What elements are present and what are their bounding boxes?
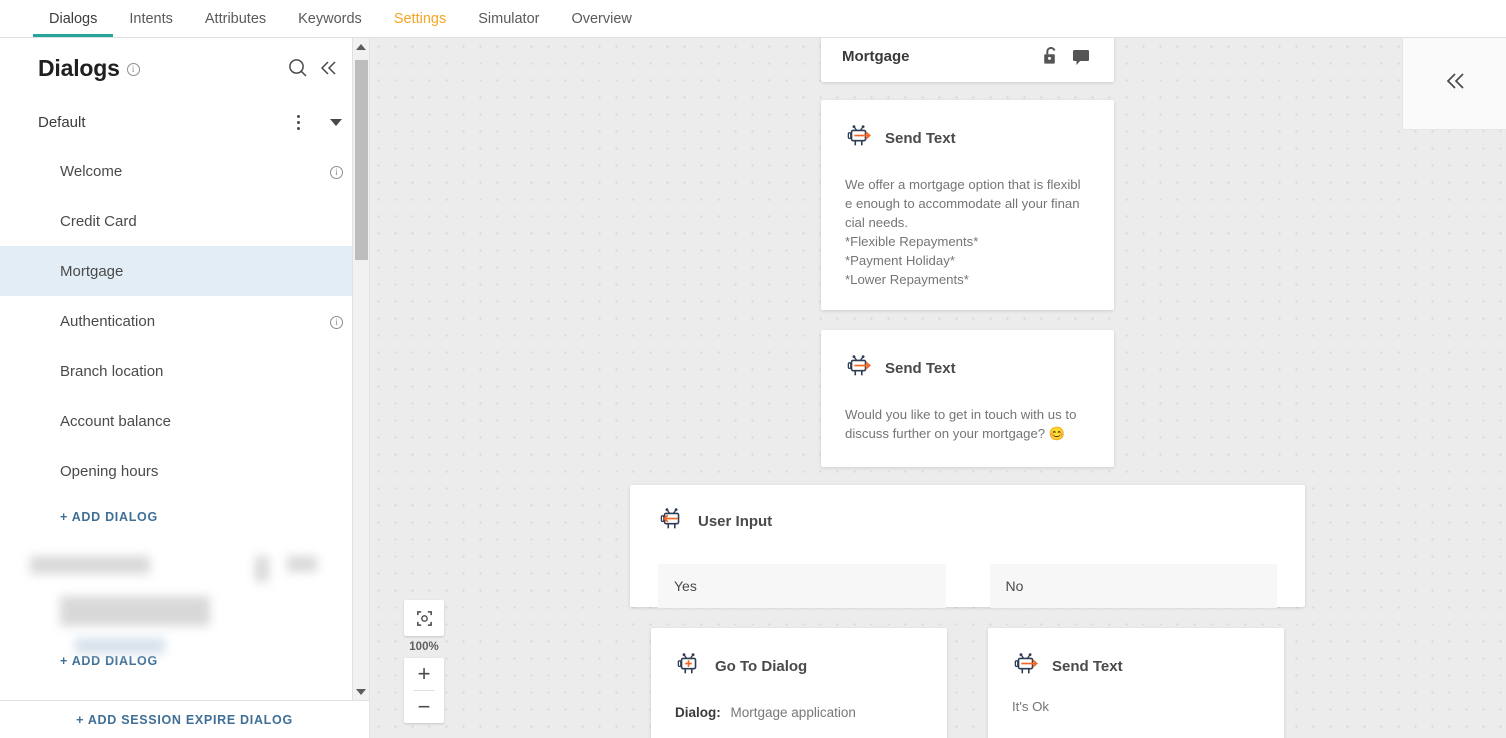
- robot-input-icon: [658, 505, 686, 538]
- dialog-target-field: Dialog: Mortgage application: [675, 705, 923, 720]
- tab-dialogs[interactable]: Dialogs: [33, 11, 114, 38]
- sidebar-item-mortgage[interactable]: Mortgage: [0, 246, 369, 296]
- node-title: Send Text: [885, 360, 956, 377]
- node-header: Go To Dialog: [675, 650, 923, 683]
- obscured-content-region: [0, 538, 369, 658]
- sidebar-item-opening-hours[interactable]: Opening hours: [0, 446, 369, 496]
- group-label: Default: [38, 113, 86, 131]
- main-tab-bar: Dialogs Intents Attributes Keywords Sett…: [0, 0, 1506, 38]
- chevron-down-icon[interactable]: [323, 109, 349, 135]
- search-icon[interactable]: [283, 53, 313, 83]
- obscured-bar: [255, 556, 269, 582]
- obscured-bar: [30, 556, 150, 574]
- list-item-label: Credit Card: [60, 212, 137, 230]
- info-icon[interactable]: i: [330, 165, 343, 179]
- sidebar-scrollbar[interactable]: [352, 38, 369, 700]
- zoom-level-label: 100%: [409, 641, 439, 653]
- zoom-in-button[interactable]: +: [404, 658, 444, 690]
- field-label: Dialog:: [675, 705, 721, 720]
- node-user-input[interactable]: User Input Yes No: [630, 485, 1305, 608]
- list-item-label: Account balance: [60, 412, 171, 430]
- tab-attributes[interactable]: Attributes: [189, 11, 282, 38]
- node-message-text: It's Ok: [1012, 699, 1049, 714]
- add-dialog-button[interactable]: + ADD DIALOG: [0, 496, 369, 538]
- robot-send-icon: [845, 352, 873, 385]
- unlock-icon[interactable]: [1036, 41, 1066, 71]
- node-title: User Input: [698, 513, 773, 530]
- list-item-label: Authentication: [60, 312, 156, 330]
- comment-icon[interactable]: [1066, 41, 1096, 71]
- sidebar-item-authentication[interactable]: Authentication i: [0, 296, 369, 346]
- robot-send-icon: [1012, 650, 1040, 683]
- user-input-options: Yes No: [658, 564, 1277, 608]
- collapse-right-panel-button[interactable]: [1402, 38, 1506, 130]
- node-title: Send Text: [885, 130, 956, 147]
- robot-send-icon: [845, 122, 873, 155]
- zoom-buttons: + −: [404, 658, 444, 723]
- option-yes[interactable]: Yes: [658, 564, 946, 608]
- dialog-group-default[interactable]: Default: [0, 98, 369, 146]
- node-send-text-1[interactable]: Send Text We offer a mortgage option tha…: [821, 100, 1114, 310]
- sidebar-footer: + ADD SESSION EXPIRE DIALOG: [0, 700, 369, 738]
- node-header: Send Text: [845, 122, 1090, 155]
- obscured-bar: [75, 638, 165, 654]
- sidebar-item-account-balance[interactable]: Account balance: [0, 396, 369, 446]
- scroll-down-icon[interactable]: [353, 683, 369, 700]
- field-value: Mortgage application: [730, 705, 856, 720]
- chevron-double-left-icon: [1442, 68, 1468, 99]
- list-item-label: Opening hours: [60, 462, 159, 480]
- info-icon[interactable]: i: [330, 315, 343, 329]
- obscured-bar: [287, 556, 317, 572]
- node-title: Send Text: [1052, 658, 1123, 675]
- info-icon: i: [126, 62, 140, 76]
- node-header: Send Text: [845, 352, 1090, 385]
- collapse-sidebar-icon[interactable]: [313, 53, 343, 83]
- option-no[interactable]: No: [989, 564, 1277, 608]
- dialogs-sidebar: Dialogs i Default Welcome i Credit Card …: [0, 38, 370, 738]
- node-message-text: We offer a mortgage option that is flexi…: [845, 177, 1081, 287]
- add-session-expire-dialog-button[interactable]: + ADD SESSION EXPIRE DIALOG: [76, 713, 293, 727]
- obscured-bar: [60, 596, 210, 626]
- list-item-label: Welcome: [60, 162, 123, 180]
- tab-intents[interactable]: Intents: [113, 11, 189, 38]
- node-go-to-dialog[interactable]: Go To Dialog Dialog: Mortgage applicatio…: [651, 628, 947, 738]
- node-message-text: Would you like to get in touch with us t…: [845, 407, 1077, 441]
- dialog-header-card[interactable]: Mortgage: [821, 38, 1114, 82]
- list-item-label: Mortgage: [60, 262, 124, 280]
- more-options-icon[interactable]: [285, 109, 311, 135]
- fit-to-screen-button[interactable]: [404, 600, 444, 636]
- sidebar-item-credit-card[interactable]: Credit Card: [0, 196, 369, 246]
- node-title: Go To Dialog: [715, 658, 808, 675]
- tab-keywords[interactable]: Keywords: [282, 11, 378, 38]
- dialog-name: Mortgage: [842, 47, 910, 65]
- zoom-out-button[interactable]: −: [404, 691, 444, 723]
- page-title: Dialogs: [38, 54, 120, 81]
- list-item-label: Branch location: [60, 362, 164, 380]
- sidebar-item-welcome[interactable]: Welcome i: [0, 146, 369, 196]
- node-send-text-2[interactable]: Send Text Would you like to get in touch…: [821, 330, 1114, 467]
- dialog-flow-canvas[interactable]: Mortgage Send Text We offer a mortgage o…: [370, 38, 1506, 738]
- tab-settings[interactable]: Settings: [378, 11, 462, 38]
- scrollbar-thumb[interactable]: [355, 60, 368, 260]
- node-send-text-3[interactable]: Send Text It's Ok: [988, 628, 1284, 738]
- sidebar-item-branch-location[interactable]: Branch location: [0, 346, 369, 396]
- sidebar-header: Dialogs i: [0, 38, 369, 98]
- node-header: Send Text: [1012, 650, 1260, 683]
- tab-overview[interactable]: Overview: [555, 11, 647, 38]
- node-header: User Input: [658, 505, 1277, 538]
- scroll-up-icon[interactable]: [353, 38, 369, 55]
- robot-goto-icon: [675, 650, 703, 683]
- tab-simulator[interactable]: Simulator: [462, 11, 555, 38]
- zoom-controls: 100% + −: [404, 600, 444, 723]
